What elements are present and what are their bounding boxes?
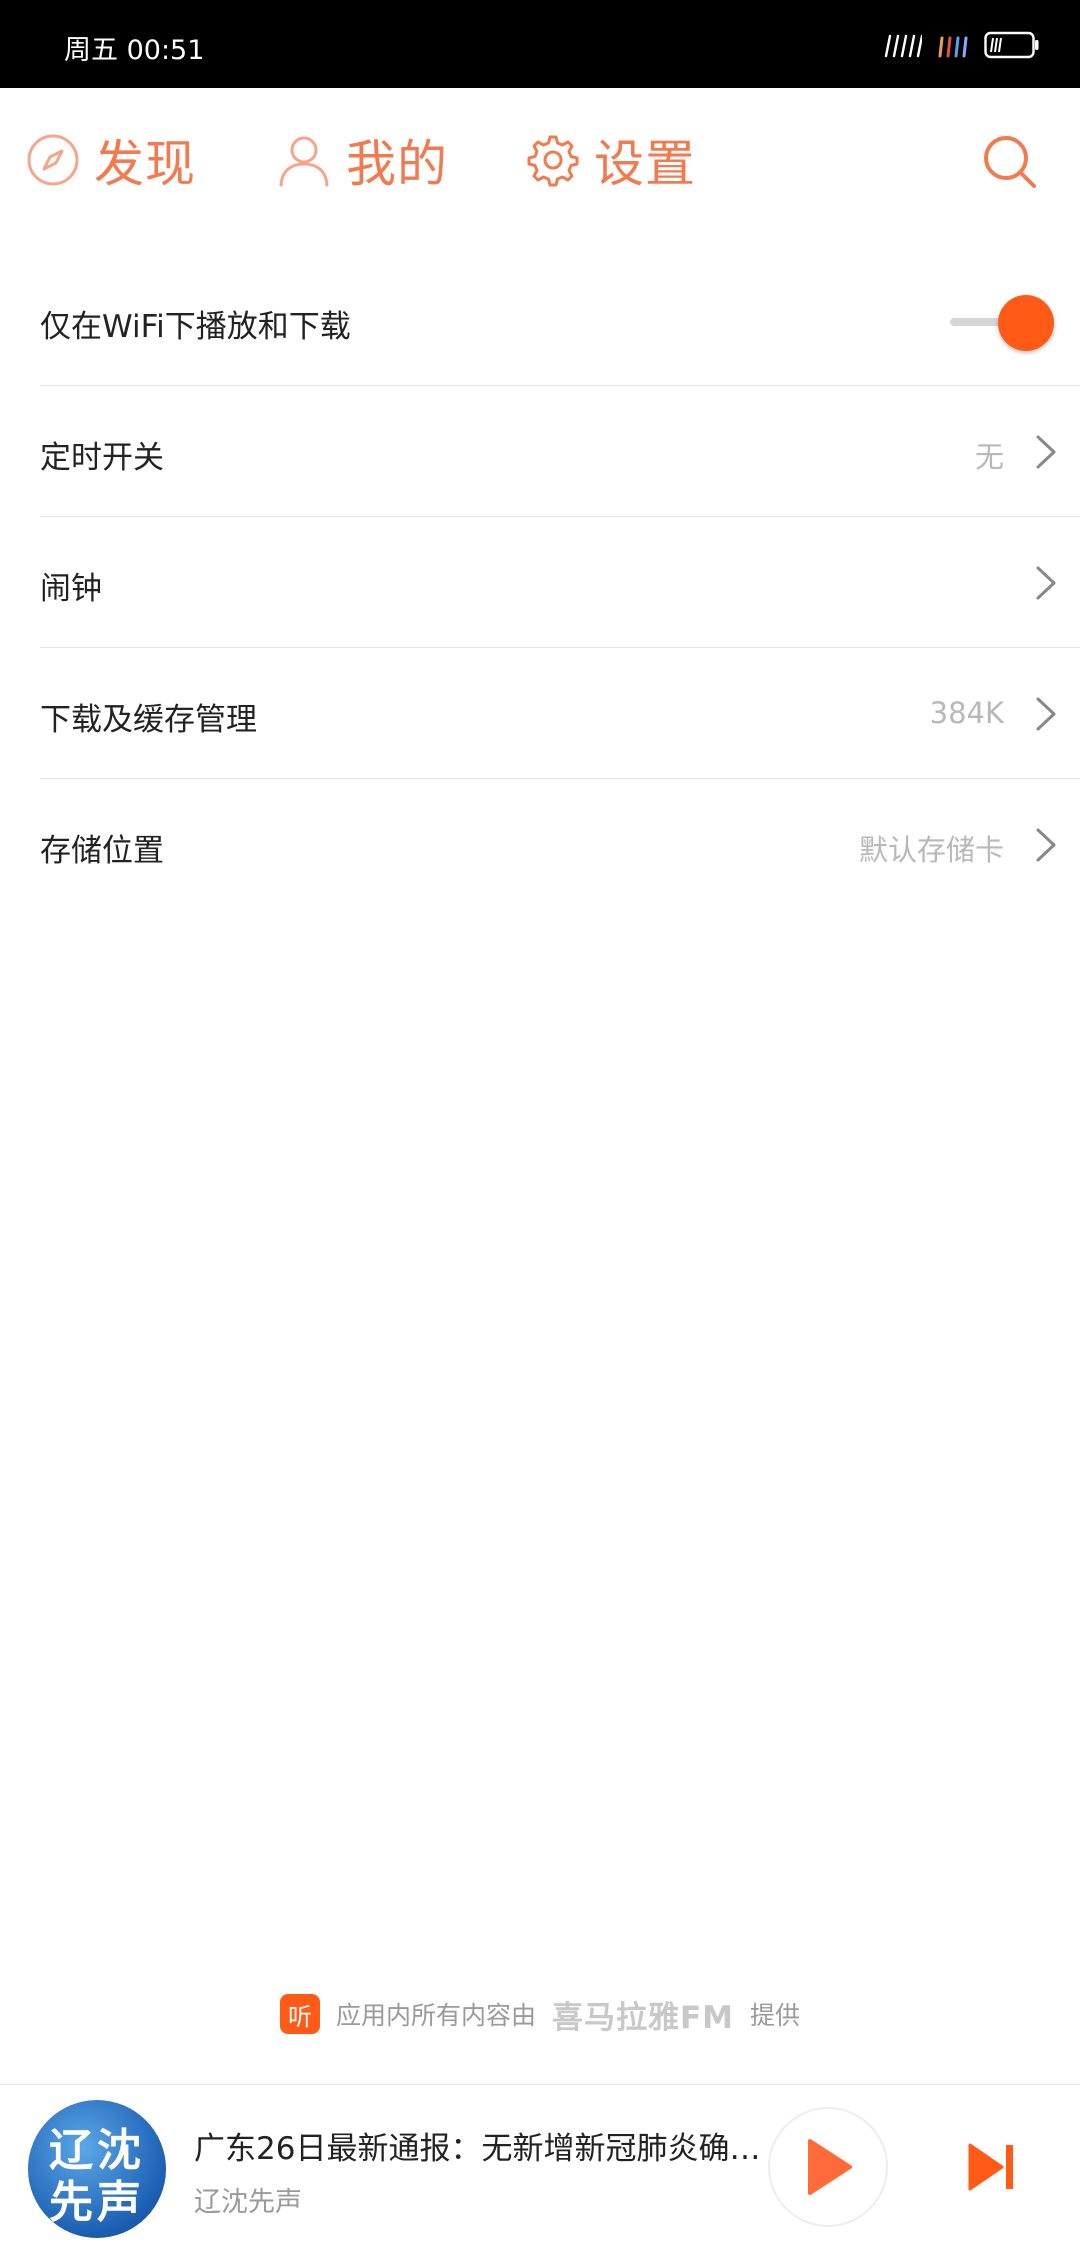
tab-mine[interactable]: 我的 xyxy=(276,128,448,193)
setting-storage-label: 存储位置 xyxy=(40,833,164,869)
mini-player[interactable]: 辽沈 先声 广东26日最新通报：无新增新冠肺炎确诊病例 辽沈先声 xyxy=(0,2084,1080,2248)
tab-settings[interactable]: 设置 xyxy=(526,128,696,193)
setting-storage[interactable]: 存储位置 默认存储卡 xyxy=(40,779,1080,910)
setting-alarm-label: 闹钟 xyxy=(40,571,102,607)
next-track-button[interactable] xyxy=(964,2139,1020,2195)
ting-logo-icon: 听 xyxy=(279,1994,320,2034)
settings-list: 仅在WiFi下播放和下载 定时开关 无 闹钟 下载及缓存管理 384K 存储位置… xyxy=(0,255,1080,910)
signal-icon xyxy=(884,34,922,58)
search-button[interactable] xyxy=(980,132,1040,192)
setting-wifi-only[interactable]: 仅在WiFi下播放和下载 xyxy=(40,255,1080,386)
tab-discover[interactable]: 发现 xyxy=(26,128,196,193)
ximalaya-brand-logo: 喜马拉雅FM xyxy=(551,1999,735,2036)
play-icon xyxy=(808,2139,852,2195)
wifi-signal-icon xyxy=(938,36,968,58)
status-bar: 周五 00:51 xyxy=(0,0,1080,88)
attribution-suffix: 提供 xyxy=(750,2001,801,2030)
setting-timer[interactable]: 定时开关 无 xyxy=(40,386,1080,517)
status-time: 周五 00:51 xyxy=(64,35,205,66)
setting-timer-label: 定时开关 xyxy=(40,440,164,476)
setting-alarm[interactable]: 闹钟 xyxy=(40,517,1080,648)
tab-mine-label: 我的 xyxy=(346,135,448,193)
tab-settings-label: 设置 xyxy=(594,135,696,193)
setting-wifi-only-label: 仅在WiFi下播放和下载 xyxy=(40,309,351,345)
track-album: 辽沈先声 xyxy=(194,2187,302,2218)
setting-cache[interactable]: 下载及缓存管理 384K xyxy=(40,648,1080,779)
chevron-right-icon xyxy=(1036,435,1056,469)
cover-text-bottom: 先声 xyxy=(49,2177,145,2228)
wifi-only-toggle[interactable] xyxy=(948,295,1054,351)
setting-timer-value: 无 xyxy=(974,440,1004,474)
search-icon xyxy=(984,136,1036,188)
compass-icon xyxy=(27,134,79,186)
toggle-knob xyxy=(998,295,1054,351)
status-icons xyxy=(882,28,1040,62)
setting-cache-value: 384K xyxy=(929,696,1004,730)
battery-icon xyxy=(984,31,1039,59)
chevron-right-icon xyxy=(1036,566,1056,600)
attribution-text: 应用内所有内容由 xyxy=(335,2001,536,2030)
content-attribution: 听 应用内所有内容由 喜马拉雅FM 提供 xyxy=(0,1993,1080,2036)
chevron-right-icon xyxy=(1036,828,1056,862)
skip-next-icon xyxy=(968,2143,1013,2191)
user-icon xyxy=(279,136,329,187)
play-button[interactable] xyxy=(768,2107,888,2227)
track-title[interactable]: 广东26日最新通报：无新增新冠肺炎确诊病例 xyxy=(194,2123,764,2168)
tab-discover-label: 发现 xyxy=(94,135,196,193)
setting-cache-label: 下载及缓存管理 xyxy=(40,702,257,738)
chevron-right-icon xyxy=(1036,697,1056,731)
setting-storage-value: 默认存储卡 xyxy=(858,833,1004,867)
gear-icon xyxy=(527,135,579,187)
album-cover[interactable]: 辽沈 先声 xyxy=(28,2100,166,2238)
top-nav: 发现 我的 设置 xyxy=(0,88,1080,230)
